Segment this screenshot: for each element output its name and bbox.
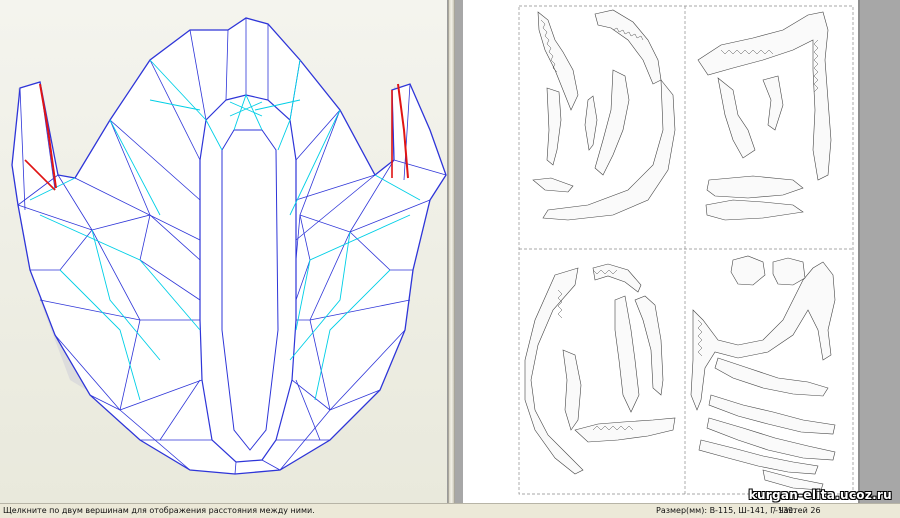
status-part-count: / Частей 26	[773, 506, 821, 515]
status-bar: Щелкните по двум вершинам для отображени…	[0, 503, 900, 518]
pepakura-window: Щелкните по двум вершинам для отображени…	[0, 0, 900, 518]
unfolded-parts	[518, 5, 854, 495]
view-splitter[interactable]	[448, 0, 455, 503]
site-watermark: kurgan-elita.ucoz.ru	[748, 488, 892, 502]
status-hint: Щелкните по двум вершинам для отображени…	[3, 506, 315, 515]
paper-sheet	[463, 0, 858, 503]
mask-3d-model	[11, 17, 447, 475]
part-shapes	[524, 9, 836, 491]
model-3d-viewport[interactable]	[0, 0, 448, 503]
unfold-2d-viewport[interactable]	[455, 0, 900, 503]
